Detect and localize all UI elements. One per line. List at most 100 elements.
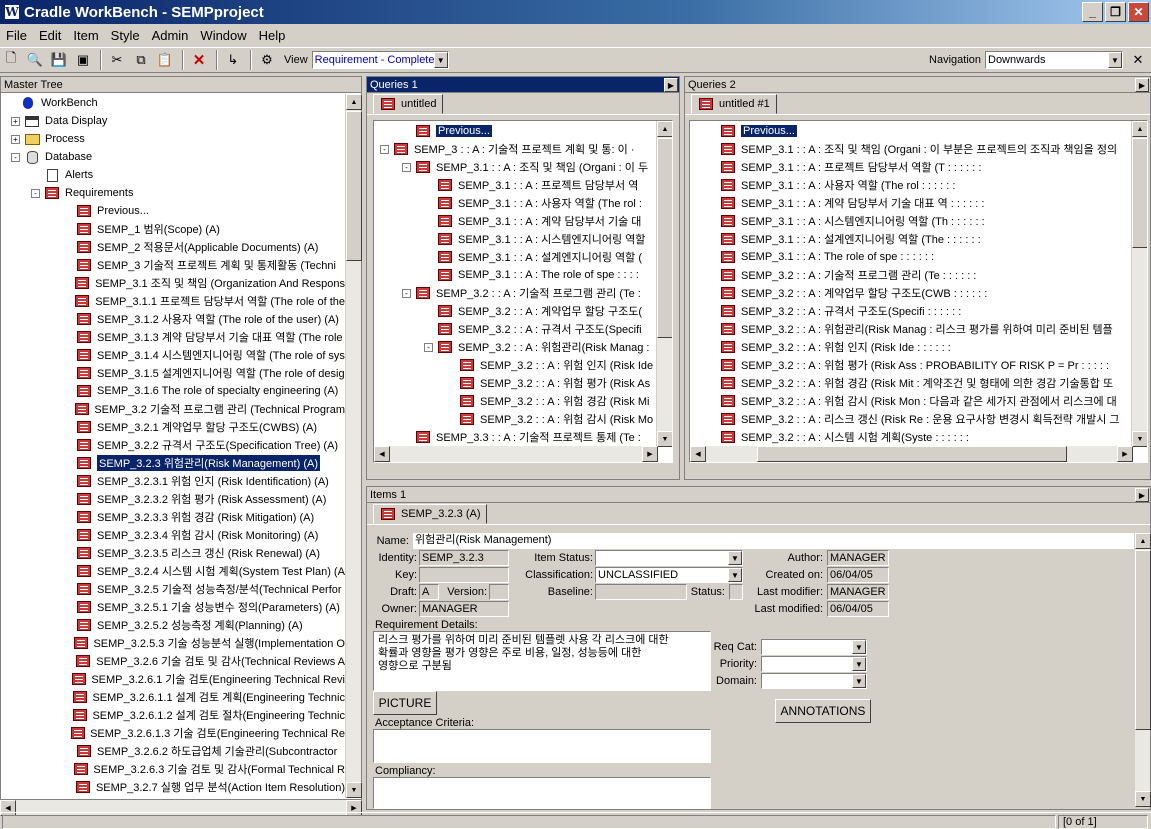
- tree-row[interactable]: SEMP_3.2.2 규격서 구조도(Specification Tree) (…: [1, 436, 345, 454]
- menu-help[interactable]: Help: [253, 28, 292, 43]
- tree-row[interactable]: SEMP_3.2.7 실행 업무 분석(Action Item Resoluti…: [1, 778, 345, 796]
- tree-row[interactable]: SEMP_3.1 조직 및 책임 (Organization And Respo…: [1, 274, 345, 292]
- tree-row[interactable]: SEMP_3.2.6.2 하도급업체 기술관리(Subcontractor: [1, 742, 345, 760]
- query-row[interactable]: SEMP_3.2 : : A : 위험관리(Risk Manag : 리스크 평…: [690, 320, 1130, 338]
- query-row[interactable]: SEMP_3.3 : : A : 기술적 프로젝트 통제 (Te :: [374, 428, 662, 446]
- chevron-down-icon[interactable]: ▼: [433, 52, 448, 68]
- scroll-down-icon[interactable]: ▼: [346, 782, 362, 798]
- scroll-down-icon[interactable]: ▼: [1132, 431, 1147, 447]
- chevron-down-icon[interactable]: ▼: [852, 674, 866, 688]
- query-row[interactable]: SEMP_3.1 : : A : 시스템엔지니어링 역할: [374, 230, 662, 248]
- query-row[interactable]: SEMP_3.2 : : A : 위험 감시 (Risk Mo: [374, 410, 662, 428]
- query-row[interactable]: SEMP_3.1 : : A : 계약 담당부서 기술 대: [374, 212, 662, 230]
- paste-button[interactable]: 📋: [154, 49, 176, 71]
- save-button[interactable]: 💾: [48, 49, 70, 71]
- run-query-button[interactable]: ⚙: [256, 49, 278, 71]
- tree-row[interactable]: SEMP_3.2.4 시스템 시험 계획(System Test Plan) (…: [1, 562, 345, 580]
- query-row[interactable]: SEMP_3.1 : : A : The role of spe : : : :: [374, 266, 662, 284]
- cut-button[interactable]: ✂: [106, 49, 128, 71]
- query-row[interactable]: - SEMP_3.2 : : A : 기술적 프로그램 관리 (Te :: [374, 284, 662, 302]
- find-button[interactable]: 🔍: [24, 49, 46, 71]
- copy-button[interactable]: ⧉: [130, 49, 152, 71]
- query-row[interactable]: SEMP_3.2 : : A : 규격서 구조도(Specifi: [374, 320, 662, 338]
- collapse-icon[interactable]: -: [402, 288, 411, 298]
- expand-icon[interactable]: +: [11, 134, 20, 144]
- query-row[interactable]: SEMP_3.1 : : A : 설계엔지니어링 역할 (The : : : :…: [690, 230, 1130, 248]
- menu-file[interactable]: File: [0, 28, 33, 43]
- query-row[interactable]: SEMP_3.1 : : A : 시스템엔지니어링 역할 (Th : : : :…: [690, 212, 1130, 230]
- menu-edit[interactable]: Edit: [33, 28, 67, 43]
- status-field[interactable]: [729, 584, 743, 600]
- chevron-down-icon[interactable]: ▼: [728, 551, 742, 565]
- query-row[interactable]: SEMP_3.2 : : A : 위험 인지 (Risk Ide: [374, 356, 662, 374]
- name-field[interactable]: 위험관리(Risk Management): [413, 533, 1135, 549]
- tree-row[interactable]: SEMP_3.2.6 기술 검토 및 감사(Technical Reviews …: [1, 652, 345, 670]
- item-status-select[interactable]: ▼: [595, 550, 743, 566]
- tree-row[interactable]: SEMP_3.2.6.3 기술 검토 및 감사(Formal Technical…: [1, 760, 345, 778]
- new-button[interactable]: 🗋: [0, 49, 22, 71]
- queries2-vscroll[interactable]: ▲ ▼: [1131, 121, 1147, 447]
- query-row[interactable]: - SEMP_3.2 : : A : 위험관리(Risk Manag :: [374, 338, 662, 356]
- queries1-tree[interactable]: Previous... - SEMP_3 : : A : 기술적 프로젝트 계획 및…: [373, 120, 673, 463]
- tree-row[interactable]: SEMP_3.2.6.1.1 설계 검토 계획(Engineering Tech…: [1, 688, 345, 706]
- tree-row[interactable]: SEMP_3.2.3.5 리스크 갱신 (Risk Renewal) (A): [1, 544, 345, 562]
- query-row[interactable]: Previous...: [690, 122, 1130, 140]
- tree-row[interactable]: SEMP_3.2.6.1 기술 검토(Engineering Technical…: [1, 670, 345, 688]
- close-toolbar-button[interactable]: ✕: [1127, 49, 1149, 71]
- queries1-hscroll[interactable]: ◀ ▶: [374, 446, 658, 462]
- query-row[interactable]: SEMP_3.2 : : A : 리스크 갱신 (Risk Re : 운용 요구…: [690, 410, 1130, 428]
- view-select[interactable]: Requirement - Complete ▼: [311, 51, 449, 69]
- scroll-thumb[interactable]: [1132, 138, 1147, 248]
- identity-field[interactable]: SEMP_3.2.3: [419, 550, 509, 566]
- query-row[interactable]: SEMP_3.2 : : A : 위험 경감 (Risk Mit : 계약조건 …: [690, 374, 1130, 392]
- query-row[interactable]: SEMP_3.2 : : A : 위험 평가 (Risk Ass : PROBA…: [690, 356, 1130, 374]
- collapse-icon[interactable]: -: [424, 342, 433, 352]
- collapse-icon[interactable]: -: [402, 162, 411, 172]
- tree-row[interactable]: SEMP_3.2.3 위험관리(Risk Management) (A): [1, 454, 345, 472]
- chevron-down-icon[interactable]: ▼: [1108, 52, 1122, 68]
- tree-row[interactable]: - Database: [1, 148, 345, 166]
- req-cat-select[interactable]: ▼: [761, 639, 867, 655]
- scroll-left-icon[interactable]: ◀: [374, 446, 390, 462]
- chevron-down-icon[interactable]: ▼: [852, 657, 866, 671]
- menu-admin[interactable]: Admin: [146, 28, 195, 43]
- scroll-thumb[interactable]: [346, 111, 362, 261]
- query-row[interactable]: SEMP_3.2 : : A : 계약업무 할당 구조도(: [374, 302, 662, 320]
- tree-row[interactable]: Alerts: [1, 166, 345, 184]
- query-row[interactable]: SEMP_3.2 : : A : 위험 인지 (Risk Ide : : : :…: [690, 338, 1130, 356]
- key-field[interactable]: [419, 567, 509, 583]
- scroll-thumb[interactable]: [657, 138, 672, 338]
- tree-row[interactable]: SEMP_3.1.1 프로젝트 담당부서 역할 (The role of the: [1, 292, 345, 310]
- tree-row[interactable]: - Requirements: [1, 184, 345, 202]
- master-tree-vscroll[interactable]: ▲ ▼: [345, 94, 362, 798]
- delete-button[interactable]: ✕: [188, 49, 210, 71]
- scroll-down-icon[interactable]: ▼: [1135, 791, 1151, 807]
- tree-row[interactable]: SEMP_3.1.6 The role of specialty enginee…: [1, 382, 345, 400]
- queries1-vscroll[interactable]: ▲ ▼: [656, 121, 672, 447]
- menu-item[interactable]: Item: [67, 28, 104, 43]
- items-tab-semp-3-2-3[interactable]: SEMP_3.2.3 (A): [373, 504, 488, 524]
- query-row[interactable]: SEMP_3.1 : : A : 설계엔지니어링 역할 (: [374, 248, 662, 266]
- maximize-button[interactable]: ❐: [1105, 2, 1126, 22]
- tree-row[interactable]: Previous...: [1, 202, 345, 220]
- query-row[interactable]: SEMP_3.2 : : A : 위험 평가 (Risk As: [374, 374, 662, 392]
- collapse-icon[interactable]: -: [31, 188, 40, 198]
- queries2-list[interactable]: Previous... SEMP_3.1 : : A : 조직 및 책임 (Org…: [689, 120, 1148, 463]
- tree-row[interactable]: SEMP_3.2.5.1 기술 성능변수 정의(Parameters) (A): [1, 598, 345, 616]
- draft-field[interactable]: A: [419, 584, 439, 600]
- req-details-textarea[interactable]: 리스크 평가를 위하여 미리 준비된 템플렛 사용 각 리스크에 대한 확률과 …: [373, 631, 711, 691]
- picture-button[interactable]: PICTURE: [373, 691, 437, 715]
- tree-row[interactable]: SEMP_3.2.3.1 위험 인지 (Risk Identification)…: [1, 472, 345, 490]
- query-row[interactable]: SEMP_3.1 : : A : 사용자 역할 (The rol :: [374, 194, 662, 212]
- tree-row[interactable]: SEMP_3.2.3.2 위험 평가 (Risk Assessment) (A): [1, 490, 345, 508]
- query-row[interactable]: SEMP_3.2 : : A : 위험 감시 (Risk Mon : 다음과 같…: [690, 392, 1130, 410]
- scroll-right-icon[interactable]: ▶: [1117, 446, 1133, 462]
- save-all-button[interactable]: ▣: [72, 49, 94, 71]
- tree-row[interactable]: SEMP_3.1.4 시스템엔지니어링 역할 (The role of sys: [1, 346, 345, 364]
- tree-row[interactable]: SEMP_3.2.5 기술적 성능측정/분석(Technical Perfor: [1, 580, 345, 598]
- query-row[interactable]: SEMP_3.2 : : A : 위험 경감 (Risk Mi: [374, 392, 662, 410]
- query-row[interactable]: SEMP_3.1 : : A : 프로젝트 담당부서 역할 (T : : : :…: [690, 158, 1130, 176]
- tree-row[interactable]: SEMP_3.1.5 설계엔지니어링 역할 (The role of desig: [1, 364, 345, 382]
- compliancy-textarea[interactable]: [373, 777, 711, 809]
- master-tree[interactable]: WorkBench + Data Display + Process - Database A…: [1, 94, 345, 798]
